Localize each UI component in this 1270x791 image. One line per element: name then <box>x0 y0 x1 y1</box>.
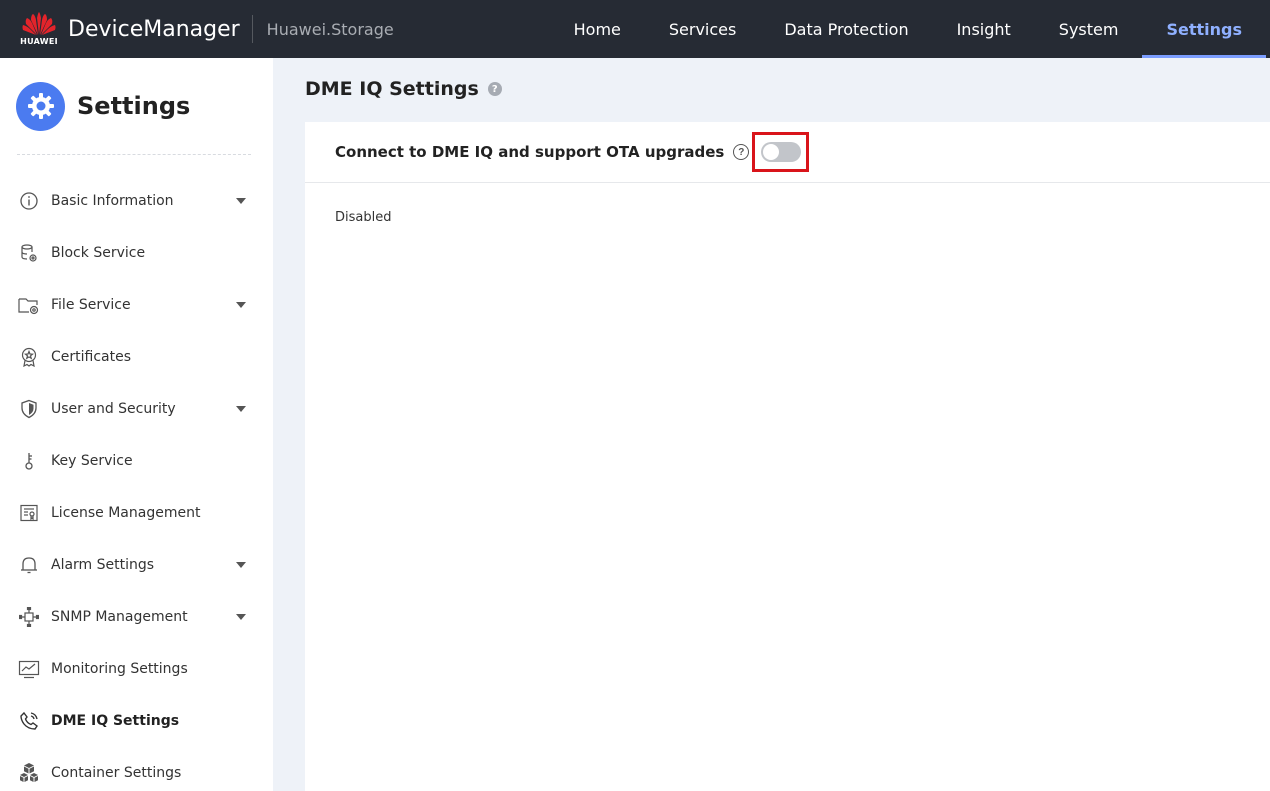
sidebar-item-label: Certificates <box>51 349 132 365</box>
page-title-text: DME IQ Settings <box>305 78 479 100</box>
status-text: Disabled <box>335 210 392 225</box>
product-name: Huawei.Storage <box>266 19 394 39</box>
chevron-down-icon[interactable] <box>236 406 246 412</box>
sidebar-item-certificates[interactable]: Certificates <box>0 331 273 383</box>
sidebar-item-label: Monitoring Settings <box>51 661 188 677</box>
sidebar-item-label: Container Settings <box>51 765 182 781</box>
sidebar-item-container-settings[interactable]: Container Settings <box>0 747 273 791</box>
sidebar-item-basic-information[interactable]: Basic Information <box>0 175 273 227</box>
phone-icon <box>18 710 40 732</box>
logo-text: HUAWEI <box>20 37 58 46</box>
chevron-down-icon[interactable] <box>236 562 246 568</box>
sidebar-item-alarm-settings[interactable]: Alarm Settings <box>0 539 273 591</box>
nav-insight[interactable]: Insight <box>933 0 1035 58</box>
key-icon <box>18 450 40 472</box>
info-icon <box>18 190 40 212</box>
setting-label: Connect to DME IQ and support OTA upgrad… <box>335 143 725 161</box>
nav-data-protection[interactable]: Data Protection <box>760 0 932 58</box>
sidebar-item-block-service[interactable]: Block Service <box>0 227 273 279</box>
sidebar-item-dme-iq-settings[interactable]: DME IQ Settings <box>0 695 273 747</box>
sidebar-item-snmp-management[interactable]: SNMP Management <box>0 591 273 643</box>
network-icon <box>18 606 40 628</box>
main-nav: Home Services Data Protection Insight Sy… <box>550 0 1266 58</box>
brand-divider <box>251 15 253 43</box>
sidebar-item-license-management[interactable]: License Management <box>0 487 273 539</box>
chevron-down-icon[interactable] <box>236 614 246 620</box>
toggle-knob <box>762 144 779 160</box>
sidebar: Settings Basic Information Block Service… <box>0 58 273 791</box>
nav-settings[interactable]: Settings <box>1142 0 1266 58</box>
chevron-down-icon[interactable] <box>236 198 246 204</box>
top-navigation-bar: HUAWEI DeviceManager Huawei.Storage Home… <box>0 0 1270 58</box>
huawei-logo: HUAWEI <box>20 9 58 49</box>
settings-gear-icon <box>16 81 65 131</box>
sidebar-item-label: User and Security <box>51 401 176 417</box>
database-icon <box>18 242 40 264</box>
nav-system[interactable]: System <box>1035 0 1143 58</box>
settings-card: Connect to DME IQ and support OTA upgrad… <box>305 122 1270 791</box>
bell-icon <box>18 554 40 576</box>
sidebar-item-label: Alarm Settings <box>51 557 155 573</box>
nav-services[interactable]: Services <box>645 0 760 58</box>
sidebar-menu: Basic Information Block Service File Ser… <box>0 155 273 791</box>
setting-row: Connect to DME IQ and support OTA upgrad… <box>305 122 1270 183</box>
help-icon[interactable]: ? <box>487 82 502 96</box>
sidebar-item-label: License Management <box>51 505 201 521</box>
monitor-chart-icon <box>18 658 40 680</box>
huawei-petals-icon <box>22 12 56 35</box>
shield-icon <box>18 398 40 420</box>
license-icon <box>18 502 40 524</box>
sidebar-header: Settings <box>0 58 273 154</box>
sidebar-title: Settings <box>77 92 191 120</box>
dme-iq-toggle-switch[interactable] <box>760 142 801 162</box>
sidebar-item-file-service[interactable]: File Service <box>0 279 273 331</box>
sidebar-item-label: Basic Information <box>51 193 174 209</box>
toggle-highlight <box>752 132 810 172</box>
page-title: DME IQ Settings ? <box>305 78 502 100</box>
sidebar-item-key-service[interactable]: Key Service <box>0 435 273 487</box>
main-content: DME IQ Settings ? Connect to DME IQ and … <box>273 58 1270 791</box>
sidebar-item-label: Key Service <box>51 453 133 469</box>
sidebar-item-label: SNMP Management <box>51 609 188 625</box>
question-help-icon[interactable]: ? <box>733 144 750 160</box>
folder-gear-icon <box>18 294 40 316</box>
sidebar-item-label: File Service <box>51 297 131 313</box>
sidebar-item-user-and-security[interactable]: User and Security <box>0 383 273 435</box>
app-name: DeviceManager <box>68 16 240 42</box>
nav-home[interactable]: Home <box>550 0 645 58</box>
chevron-down-icon[interactable] <box>236 302 246 308</box>
sidebar-item-label: DME IQ Settings <box>51 713 180 729</box>
sidebar-item-label: Block Service <box>51 245 146 261</box>
sidebar-item-monitoring-settings[interactable]: Monitoring Settings <box>0 643 273 695</box>
cubes-icon <box>18 762 40 784</box>
brand[interactable]: HUAWEI DeviceManager Huawei.Storage <box>0 0 394 58</box>
certificate-icon <box>18 346 40 368</box>
